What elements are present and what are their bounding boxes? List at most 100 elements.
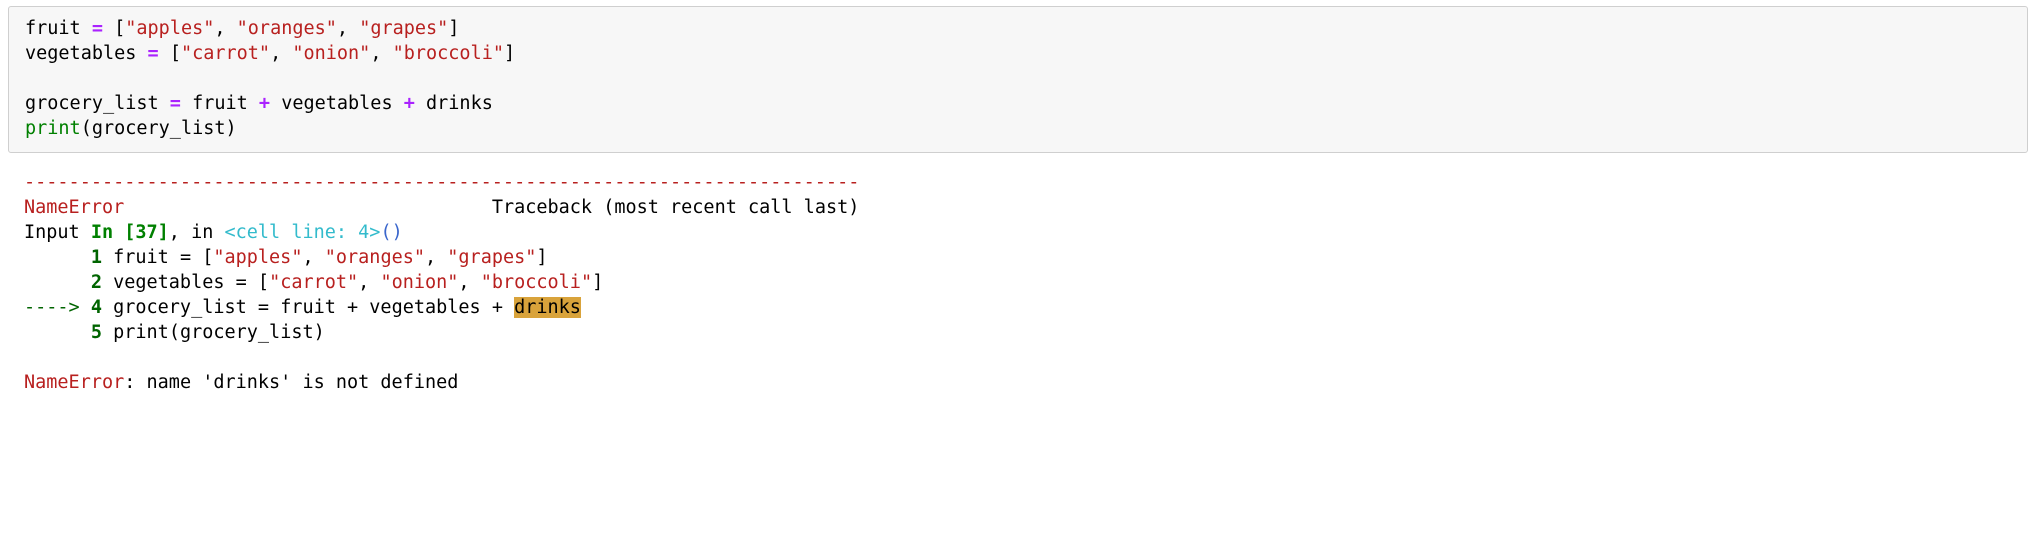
- comma: ,: [370, 43, 392, 64]
- error-arrow: ---->: [24, 297, 91, 318]
- output-traceback: ----------------------------------------…: [8, 167, 2028, 400]
- tok: =: [180, 247, 191, 268]
- lineno-1: 1: [91, 247, 102, 268]
- tok: fruit: [113, 247, 180, 268]
- tok: +: [492, 297, 503, 318]
- paren-open: (: [81, 118, 92, 139]
- tok: ,: [458, 272, 480, 293]
- comma: ,: [270, 43, 292, 64]
- sp: [102, 247, 113, 268]
- sp: [503, 297, 514, 318]
- assign-op: =: [136, 43, 169, 64]
- tok: ]: [592, 272, 603, 293]
- final-error-name: NameError: [24, 372, 124, 393]
- var-grocery-list: grocery_list: [25, 93, 159, 114]
- indent: [24, 247, 91, 268]
- tok: ]: [536, 247, 547, 268]
- code-line-1: fruit = ["apples", "oranges", "grapes"]: [25, 18, 459, 39]
- string-literal: "apples": [125, 18, 214, 39]
- var-vegetables: vegetables: [25, 43, 136, 64]
- builtin-print: print: [25, 118, 81, 139]
- tok: +: [347, 297, 358, 318]
- sp: [102, 297, 113, 318]
- code-line-5: print(grocery_list): [25, 118, 237, 139]
- lineno-4: 4: [91, 297, 102, 318]
- plus-op: +: [393, 93, 426, 114]
- var-ref-drinks: drinks: [426, 93, 493, 114]
- tok: "carrot": [269, 272, 358, 293]
- spacer: [124, 197, 492, 218]
- call-parens: (): [380, 222, 402, 243]
- traceback-header: NameError Traceback (most recent call la…: [24, 197, 859, 218]
- in-comma: , in: [169, 222, 225, 243]
- tok: ): [314, 322, 325, 343]
- tok: print: [113, 322, 169, 343]
- tok: ,: [425, 247, 447, 268]
- traceback-input-line: Input In [37], in <cell line: 4>(): [24, 222, 403, 243]
- error-name: NameError: [24, 197, 124, 218]
- tok: =: [258, 297, 269, 318]
- tok: (: [169, 322, 180, 343]
- highlighted-name-drinks: drinks: [514, 297, 581, 318]
- sp: [247, 272, 258, 293]
- tok: "apples": [213, 247, 302, 268]
- tok: grocery_list: [113, 297, 258, 318]
- tok: =: [236, 272, 247, 293]
- bracket-close: ]: [448, 18, 459, 39]
- tok: [: [258, 272, 269, 293]
- cell-line-ref: <cell line: 4>: [225, 222, 381, 243]
- var-ref-vegetables: vegetables: [281, 93, 392, 114]
- var-ref-fruit: fruit: [192, 93, 248, 114]
- sp: [358, 297, 369, 318]
- string-literal: "grapes": [359, 18, 448, 39]
- tok: fruit: [280, 297, 347, 318]
- indent: [24, 272, 91, 293]
- sp: [191, 247, 202, 268]
- string-literal: "broccoli": [393, 43, 504, 64]
- tok: grocery_list: [180, 322, 314, 343]
- string-literal: "onion": [292, 43, 370, 64]
- tok: ,: [302, 247, 324, 268]
- var-fruit: fruit: [25, 18, 81, 39]
- input-label: Input: [24, 222, 91, 243]
- sp: [102, 322, 113, 343]
- tok: "onion": [380, 272, 458, 293]
- code-line-4: grocery_list = fruit + vegetables + drin…: [25, 93, 493, 114]
- plus-op: +: [248, 93, 281, 114]
- sp: [102, 272, 113, 293]
- indent: [24, 322, 91, 343]
- in-number: In [37]: [91, 222, 169, 243]
- string-literal: "oranges": [237, 18, 337, 39]
- lineno-2: 2: [91, 272, 102, 293]
- lineno-5: 5: [91, 322, 102, 343]
- tok: [: [202, 247, 213, 268]
- assign-op: =: [81, 18, 114, 39]
- assign-op: =: [159, 93, 192, 114]
- traceback-final: NameError: name 'drinks' is not defined: [24, 372, 458, 393]
- bracket-open: [: [170, 43, 181, 64]
- code-line-2: vegetables = ["carrot", "onion", "brocco…: [25, 43, 515, 64]
- sp: [269, 297, 280, 318]
- traceback-label: Traceback (most recent call last): [492, 197, 860, 218]
- code-input-cell[interactable]: fruit = ["apples", "oranges", "grapes"] …: [8, 6, 2028, 153]
- tok: "grapes": [447, 247, 536, 268]
- comma: ,: [337, 18, 359, 39]
- traceback-rule: ----------------------------------------…: [24, 172, 859, 193]
- traceback-src-line-4: ----> 4 grocery_list = fruit + vegetable…: [24, 297, 581, 318]
- tok: vegetables: [369, 297, 492, 318]
- tok: "oranges": [325, 247, 425, 268]
- comma: ,: [214, 18, 236, 39]
- tok: ,: [358, 272, 380, 293]
- traceback-src-line-5: 5 print(grocery_list): [24, 322, 325, 343]
- tok: "broccoli": [481, 272, 592, 293]
- traceback-src-line-2: 2 vegetables = ["carrot", "onion", "broc…: [24, 272, 603, 293]
- bracket-open: [: [114, 18, 125, 39]
- tok: vegetables: [113, 272, 236, 293]
- notebook-cell: fruit = ["apples", "oranges", "grapes"] …: [0, 6, 2036, 400]
- final-error-msg: : name 'drinks' is not defined: [124, 372, 458, 393]
- bracket-close: ]: [504, 43, 515, 64]
- arg-grocery-list: grocery_list: [92, 118, 226, 139]
- string-literal: "carrot": [181, 43, 270, 64]
- paren-close: ): [226, 118, 237, 139]
- traceback-src-line-1: 1 fruit = ["apples", "oranges", "grapes"…: [24, 247, 548, 268]
